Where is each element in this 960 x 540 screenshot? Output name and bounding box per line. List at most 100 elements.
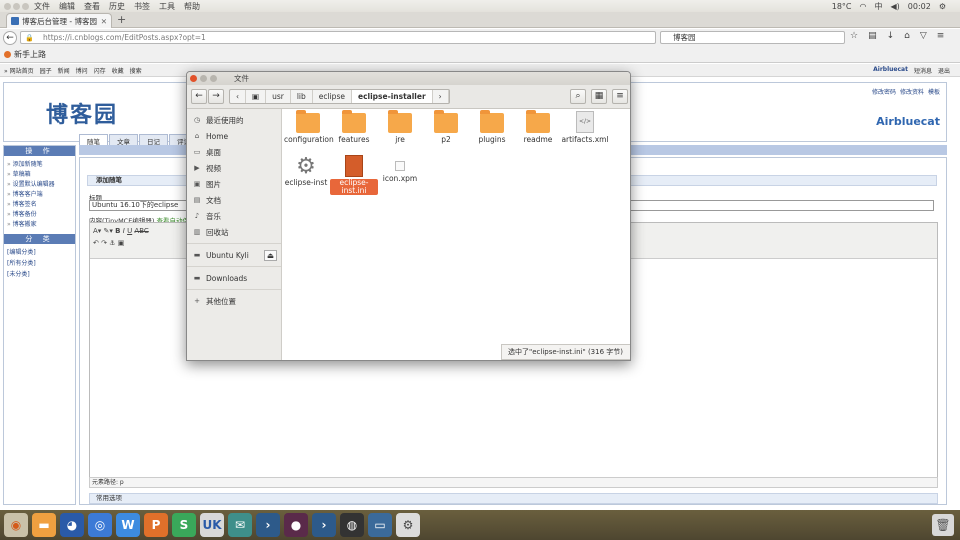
side-trash[interactable]: ▥ 回收站	[187, 224, 281, 240]
menu-help[interactable]: 帮助	[184, 1, 200, 12]
fm-search-button[interactable]: ⌕	[570, 89, 586, 104]
video-app-icon[interactable]: ●	[284, 513, 308, 537]
webcam-app-icon[interactable]: ◍	[340, 513, 364, 537]
clock[interactable]: 00:02	[908, 2, 931, 11]
nav-favorites[interactable]: 收藏	[112, 66, 124, 75]
eject-icon[interactable]: ⏏	[263, 249, 277, 261]
fm-forward-button[interactable]: →	[208, 89, 224, 104]
side-ubuntu-drive[interactable]: ▬ Ubuntu Kyli ⏏	[187, 247, 281, 263]
file-item[interactable]: jre	[376, 110, 424, 144]
drive-icon[interactable]: ▣	[246, 90, 267, 103]
op-migrate[interactable]: 博客搬家	[7, 220, 72, 230]
crumb-eclipse-installer[interactable]: eclipse-installer	[351, 90, 433, 103]
edit-profile-link[interactable]: 修改资料	[900, 87, 924, 96]
side-documents[interactable]: ▤ 文档	[187, 192, 281, 208]
uk-app-icon[interactable]: UK	[200, 513, 224, 537]
nav-logout[interactable]: 退出	[938, 66, 950, 75]
file-item[interactable]: plugins	[468, 110, 516, 144]
file-item-selected[interactable]: eclipse-inst.ini	[330, 155, 378, 195]
power-icon[interactable]: ⚙	[939, 2, 946, 11]
nav-flash[interactable]: 闪存	[94, 66, 106, 75]
template-link[interactable]: 模板	[928, 87, 940, 96]
nav-search[interactable]: 搜索	[130, 66, 142, 75]
side-recent[interactable]: ◷ 最近使用的	[187, 112, 281, 128]
op-signature[interactable]: 博客签名	[7, 200, 72, 210]
minimize-window-icon[interactable]	[200, 75, 207, 82]
weather-indicator[interactable]: 18°C	[832, 2, 852, 11]
undo-icon[interactable]: ↶	[93, 239, 99, 247]
op-client[interactable]: 博客客户端	[7, 190, 72, 200]
file-item[interactable]: readme	[514, 110, 562, 144]
side-music[interactable]: ♪ 音乐	[187, 208, 281, 224]
op-drafts[interactable]: 草稿箱	[7, 170, 72, 180]
nav-home[interactable]: » 网站首页	[4, 66, 34, 75]
bold-icon[interactable]: B	[115, 227, 120, 235]
back-button[interactable]: ←	[3, 31, 17, 45]
home-icon[interactable]: ⌂	[904, 31, 910, 41]
file-item[interactable]: configuration	[284, 110, 334, 144]
wps-spreadsheet-icon[interactable]: S	[172, 513, 196, 537]
bg-color-icon[interactable]: ✎▾	[104, 227, 113, 235]
font-color-icon[interactable]: A▾	[93, 227, 101, 235]
wps-writer-icon[interactable]: W	[116, 513, 140, 537]
side-pictures[interactable]: ▣ 图片	[187, 176, 281, 192]
cat-all[interactable]: [所有分类]	[7, 258, 72, 269]
window-controls[interactable]	[0, 2, 34, 10]
input-method-icon[interactable]: 中	[874, 1, 882, 12]
menu-history[interactable]: 历史	[109, 1, 125, 12]
menu-file[interactable]: 文件	[34, 1, 50, 12]
download-icon[interactable]: ↓	[887, 31, 895, 41]
nav-garden[interactable]: 园子	[40, 66, 52, 75]
wifi-icon[interactable]: ◠	[860, 2, 867, 11]
maximize-window-icon[interactable]	[210, 75, 217, 82]
strike-icon[interactable]: ABC	[134, 227, 148, 235]
site-logo[interactable]: 博客园	[46, 97, 118, 129]
file-item[interactable]: ⚙ eclipse-inst	[282, 155, 330, 187]
image-icon[interactable]: ▣	[118, 239, 125, 247]
mail-app-icon[interactable]: ✉	[228, 513, 252, 537]
crumb-usr[interactable]: usr	[266, 90, 291, 103]
file-item[interactable]: p2	[422, 110, 470, 144]
menu-bookmarks[interactable]: 书签	[134, 1, 150, 12]
op-add-post[interactable]: 添加新随笔	[7, 160, 72, 170]
path-left-arrow-icon[interactable]: ‹	[230, 90, 246, 103]
ubuntu-launcher-icon[interactable]: ◉	[4, 513, 28, 537]
side-other-locations[interactable]: + 其他位置	[187, 293, 281, 309]
fm-back-button[interactable]: ←	[191, 89, 207, 104]
fm-menu-button[interactable]: ≡	[612, 89, 628, 104]
wps-presentation-icon[interactable]: P	[144, 513, 168, 537]
change-password-link[interactable]: 修改密码	[872, 87, 896, 96]
crumb-eclipse[interactable]: eclipse	[313, 90, 352, 103]
file-item[interactable]: icon.xpm	[376, 155, 424, 183]
bookmark-star-icon[interactable]: ☆	[850, 31, 858, 41]
new-tab-icon[interactable]: +	[117, 13, 126, 26]
nav-messages[interactable]: 短消息	[914, 66, 932, 75]
nav-qa[interactable]: 博问	[76, 66, 88, 75]
firefox-app-icon[interactable]: ◕	[60, 513, 84, 537]
side-desktop[interactable]: ▭ 桌面	[187, 144, 281, 160]
menu-edit[interactable]: 编辑	[59, 1, 75, 12]
search-input[interactable]: 博客园	[660, 31, 845, 44]
options-title[interactable]: 常用选项	[89, 493, 938, 504]
op-default-editor[interactable]: 设置默认编辑器	[7, 180, 72, 190]
cat-edit[interactable]: [编辑分类]	[7, 247, 72, 258]
menu-tools[interactable]: 工具	[159, 1, 175, 12]
url-bar[interactable]: 🔒 https://i.cnblogs.com/EditPosts.aspx?o…	[20, 31, 656, 44]
file-item[interactable]: </> artifacts.xml	[561, 111, 609, 144]
terminal-app-icon[interactable]: ›	[256, 513, 280, 537]
browser-tab[interactable]: 博客后台管理 - 博客园 ✕	[6, 13, 112, 28]
menu-icon[interactable]: ≡	[937, 31, 945, 41]
fm-view-toggle-button[interactable]: ▦	[591, 89, 607, 104]
side-downloads[interactable]: ▬ Downloads	[187, 270, 281, 286]
bookmark-getting-started[interactable]: 新手上路	[14, 49, 46, 60]
close-window-icon[interactable]	[190, 75, 197, 82]
side-videos[interactable]: ▶ 视频	[187, 160, 281, 176]
menu-view[interactable]: 查看	[84, 1, 100, 12]
trash-icon[interactable]: 🗑	[932, 514, 954, 536]
redo-icon[interactable]: ↷	[101, 239, 107, 247]
cat-uncategorized[interactable]: [未分类]	[7, 269, 72, 280]
volume-icon[interactable]: ◀)	[890, 2, 899, 11]
topnav-user[interactable]: Airbluecat	[873, 66, 908, 75]
nav-news[interactable]: 新闻	[58, 66, 70, 75]
op-backup[interactable]: 博客备份	[7, 210, 72, 220]
